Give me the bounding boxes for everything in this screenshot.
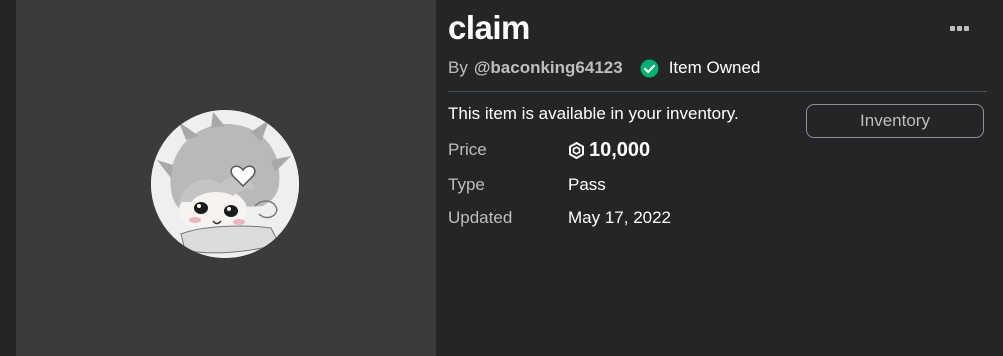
item-owned-label: Item Owned bbox=[668, 58, 761, 77]
type-value: Pass bbox=[568, 175, 606, 194]
type-row: Type Pass bbox=[448, 173, 606, 197]
creator-byline: By @baconking64123 Item Owned bbox=[448, 57, 760, 79]
price-row: Price 10,000 bbox=[448, 138, 650, 162]
robux-icon bbox=[568, 141, 585, 159]
price-label: Price bbox=[448, 140, 487, 159]
by-label: By bbox=[448, 58, 468, 77]
price-value: 10,000 bbox=[589, 138, 651, 161]
check-circle-icon bbox=[640, 59, 659, 78]
creator-link[interactable]: @baconking64123 bbox=[474, 58, 623, 78]
item-thumbnail bbox=[151, 110, 299, 258]
thumbnail-illustration bbox=[151, 110, 299, 258]
divider bbox=[448, 91, 987, 92]
type-label: Type bbox=[448, 175, 485, 194]
more-dot bbox=[949, 25, 955, 31]
availability-text: This item is available in your inventory… bbox=[448, 104, 739, 123]
price-value-container: 10,000 bbox=[568, 139, 650, 162]
updated-label: Updated bbox=[448, 208, 513, 227]
more-dot bbox=[963, 25, 969, 31]
inventory-button[interactable]: Inventory bbox=[806, 104, 984, 138]
updated-row: Updated May 17, 2022 bbox=[448, 206, 671, 230]
item-details-page: claim By @baconking64123 Item Owned This… bbox=[0, 0, 1003, 356]
more-options-icon[interactable] bbox=[946, 18, 972, 38]
updated-value: May 17, 2022 bbox=[568, 208, 672, 227]
more-dot bbox=[956, 25, 962, 31]
item-thumbnail-panel bbox=[16, 0, 436, 356]
item-title: claim bbox=[448, 9, 530, 46]
